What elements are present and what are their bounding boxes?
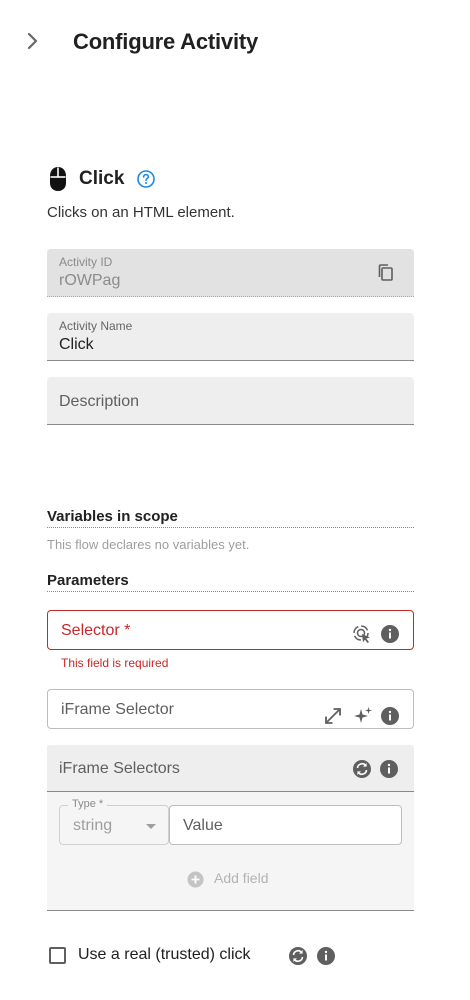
add-field-label: Add field	[214, 870, 269, 886]
page-title: Configure Activity	[73, 29, 259, 54]
dropdown-arrow-icon[interactable]	[146, 824, 156, 829]
iframe-selectors-group: iFrame Selectors Type * string Value Add…	[47, 745, 414, 911]
activity-id-value: rOWPag	[59, 272, 121, 289]
refresh-icon[interactable]	[288, 946, 308, 966]
panel-header: Configure Activity	[0, 0, 470, 86]
trusted-click-checkbox[interactable]	[49, 947, 66, 964]
info-icon[interactable]	[379, 759, 399, 779]
mouse-icon	[50, 167, 66, 191]
description-placeholder[interactable]: Description	[59, 393, 139, 411]
value-input[interactable]: Value	[169, 805, 402, 845]
selector-error-text: This field is required	[61, 656, 169, 670]
activity-id-field: Activity ID rOWPag	[47, 249, 414, 297]
parameters-section-title: Parameters	[47, 572, 414, 592]
element-picker-icon[interactable]	[352, 624, 372, 644]
activity-heading: Click	[47, 164, 427, 192]
variables-section-title: Variables in scope	[47, 508, 414, 528]
iframe-selectors-header: iFrame Selectors	[47, 745, 414, 792]
activity-description: Clicks on an HTML element.	[47, 204, 235, 221]
variables-empty-text: This flow declares no variables yet.	[47, 537, 250, 552]
selector-field[interactable]: Selector *	[47, 610, 414, 650]
expand-icon[interactable]	[323, 706, 343, 726]
type-select[interactable]: Type * string	[59, 798, 169, 845]
activity-name: Click	[79, 168, 125, 189]
sparkle-icon[interactable]	[353, 706, 373, 726]
copy-icon[interactable]	[376, 263, 396, 283]
selector-label: Selector *	[61, 622, 131, 639]
add-circle-icon	[187, 871, 204, 888]
value-input-placeholder[interactable]: Value	[183, 817, 223, 835]
description-field[interactable]: Description	[47, 377, 414, 425]
iframe-selector-field[interactable]: iFrame Selector	[47, 689, 414, 729]
activity-name-field[interactable]: Activity Name Click	[47, 313, 414, 361]
activity-name-value[interactable]: Click	[59, 336, 94, 354]
add-field-button[interactable]: Add field	[187, 869, 297, 889]
info-icon[interactable]	[316, 946, 336, 966]
trusted-click-label[interactable]: Use a real (trusted) click	[78, 946, 251, 964]
iframe-selector-label: iFrame Selector	[61, 701, 174, 718]
refresh-icon[interactable]	[352, 759, 372, 779]
iframe-selectors-label: iFrame Selectors	[59, 760, 180, 777]
activity-id-label: Activity ID	[59, 255, 113, 269]
activity-name-label: Activity Name	[59, 319, 133, 333]
help-circle-icon[interactable]	[136, 169, 156, 189]
info-icon[interactable]	[380, 706, 400, 726]
type-select-value[interactable]: string	[73, 817, 112, 835]
chevron-right-icon[interactable]	[22, 30, 44, 52]
info-icon[interactable]	[380, 624, 400, 644]
type-select-label: Type *	[68, 798, 108, 810]
